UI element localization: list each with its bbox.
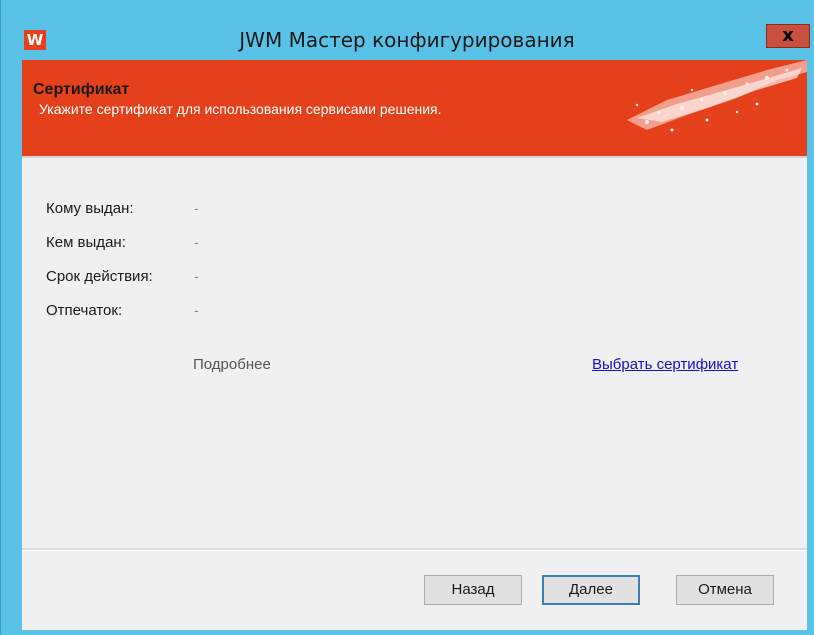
issued-by-label: Кем выдан: (46, 234, 126, 251)
page-subtitle: Укажите сертификат для использования сер… (39, 101, 442, 117)
validity-value: - (194, 268, 199, 284)
validity-label: Срок действия: (46, 268, 153, 285)
wizard-page: Сертификат Укажите сертификат для исполь… (22, 60, 807, 630)
issued-to-label: Кому выдан: (46, 200, 134, 217)
wizard-window: W JWM Мастер конфигурирования x Сертифик… (0, 0, 814, 635)
back-button[interactable]: Назад (424, 575, 522, 605)
banner-splash-graphic (627, 60, 807, 132)
issued-to-value: - (194, 200, 199, 216)
banner-divider (22, 156, 807, 158)
details-link[interactable]: Подробнее (193, 356, 271, 373)
header-banner: Сертификат Укажите сертификат для исполь… (22, 60, 807, 156)
title-bar[interactable]: W JWM Мастер конфигурирования x (0, 0, 814, 60)
next-button[interactable]: Далее (542, 575, 640, 605)
thumbprint-value: - (194, 302, 199, 318)
page-title: Сертификат (33, 81, 130, 98)
thumbprint-label: Отпечаток: (46, 302, 123, 319)
window-title: JWM Мастер конфигурирования (239, 28, 575, 52)
footer-divider (22, 548, 807, 551)
close-button[interactable]: x (766, 24, 810, 48)
choose-certificate-link[interactable]: Выбрать сертификат (592, 356, 738, 373)
cancel-button[interactable]: Отмена (676, 575, 774, 605)
issued-by-value: - (194, 234, 199, 250)
